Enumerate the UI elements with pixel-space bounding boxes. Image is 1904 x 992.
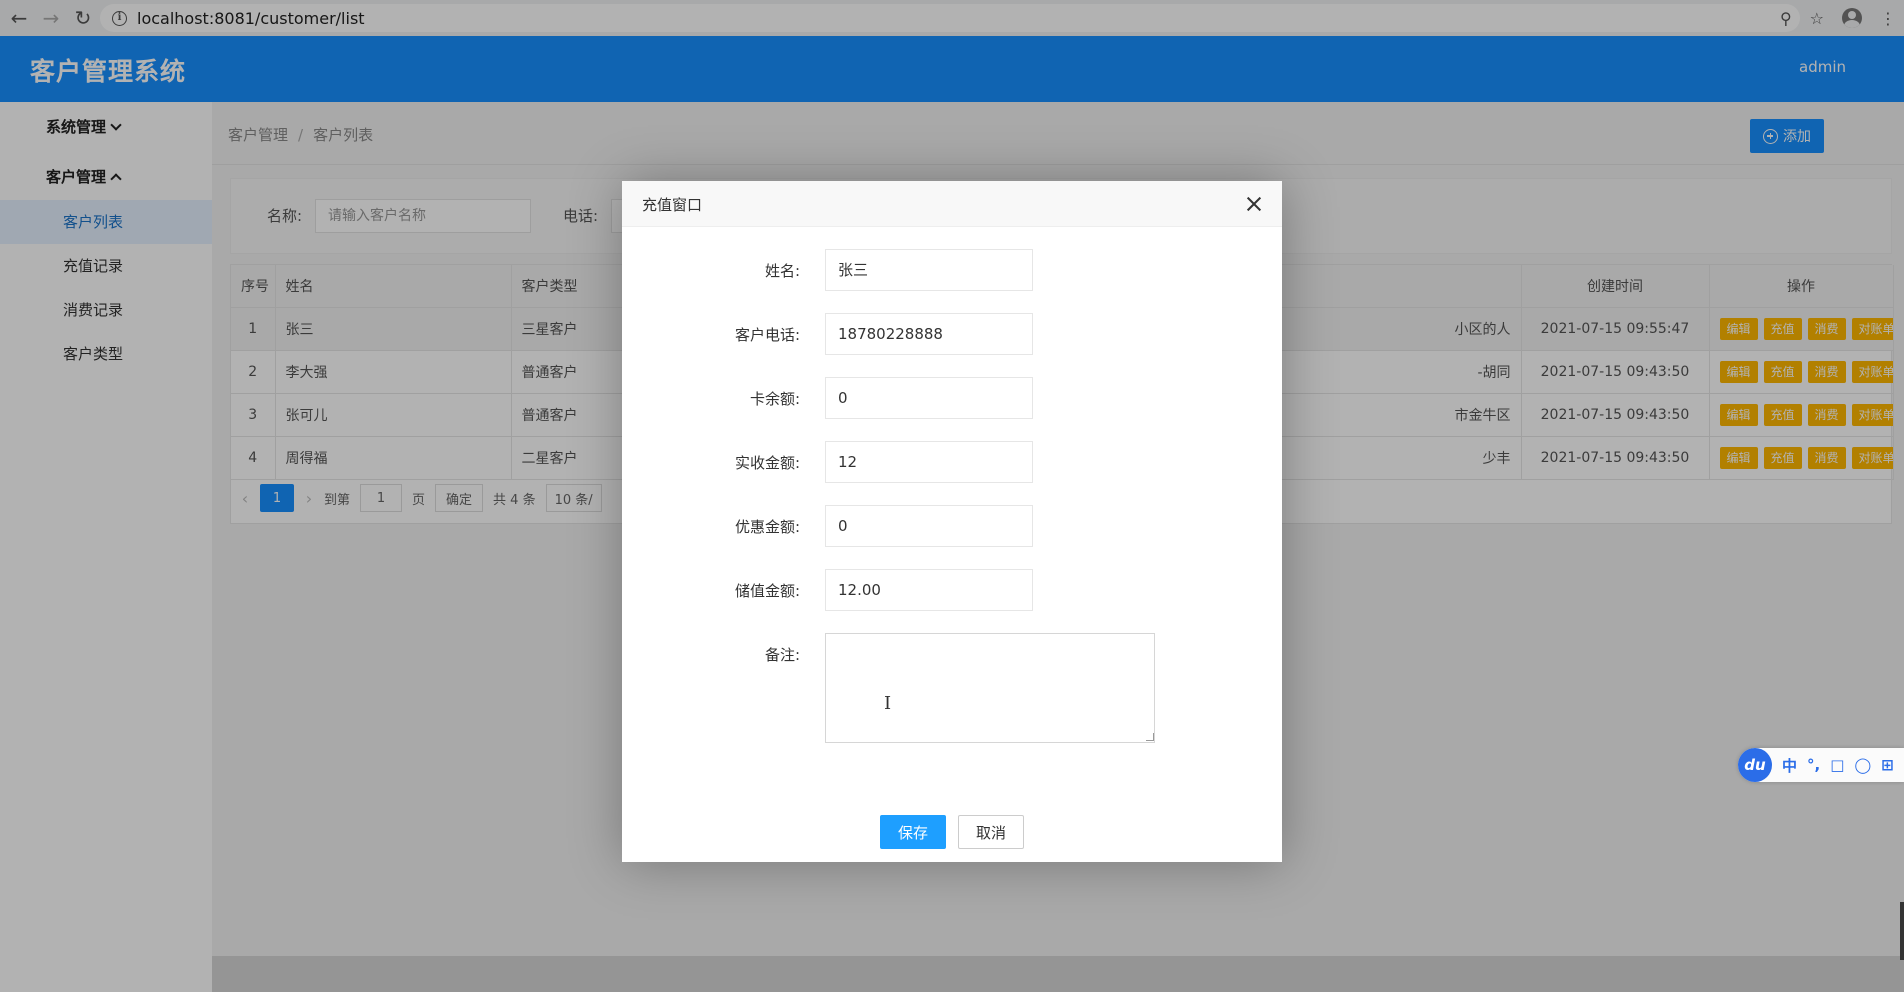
form-row-stored: 储值金额: 12.00 — [622, 569, 1282, 611]
form-row-discount: 优惠金额: 0 — [622, 505, 1282, 547]
scrollbar-thumb[interactable] — [1900, 902, 1904, 960]
field-label-stored: 储值金额: — [734, 582, 800, 600]
baidu-ime-logo-icon[interactable]: du — [1738, 748, 1772, 782]
discount-amount-input[interactable]: 0 — [825, 505, 1033, 547]
field-label-name: 姓名: — [764, 262, 800, 280]
stored-amount-input[interactable]: 12.00 — [825, 569, 1033, 611]
dialog-header: 充值窗口 — [622, 181, 1282, 227]
text-cursor-icon: I — [884, 693, 892, 714]
field-label-remark: 备注: — [764, 646, 800, 664]
received-amount-input[interactable]: 12 — [825, 441, 1033, 483]
balance-input[interactable]: 0 — [825, 377, 1033, 419]
ime-skin-icon[interactable]: □ — [1830, 756, 1844, 774]
ime-toolbar[interactable]: du 中 °, □ ◯ ⊞ — [1738, 748, 1904, 782]
field-label-balance: 卡余额: — [749, 390, 800, 408]
ime-grid-icon[interactable]: ⊞ — [1881, 756, 1894, 774]
form-row-received: 实收金额: 12 — [622, 441, 1282, 483]
close-icon[interactable] — [1244, 194, 1264, 214]
ime-user-icon[interactable]: ◯ — [1854, 756, 1871, 774]
save-button[interactable]: 保存 — [880, 815, 946, 849]
field-label-discount: 优惠金额: — [734, 518, 800, 536]
field-label-received: 实收金额: — [734, 454, 800, 472]
form-row-name: 姓名: 张三 — [622, 249, 1282, 291]
cancel-button[interactable]: 取消 — [958, 815, 1024, 849]
ime-lang-toggle[interactable]: 中 — [1782, 755, 1797, 776]
form-row-balance: 卡余额: 0 — [622, 377, 1282, 419]
ime-punct-toggle[interactable]: °, — [1807, 756, 1820, 774]
recharge-dialog: 充值窗口 姓名: 张三 客户电话: 18780228888 卡余额: 0 实收金… — [622, 181, 1282, 862]
phone-input[interactable]: 18780228888 — [825, 313, 1033, 355]
form-row-phone: 客户电话: 18780228888 — [622, 313, 1282, 355]
name-input[interactable]: 张三 — [825, 249, 1033, 291]
resize-handle-icon[interactable] — [1146, 733, 1154, 741]
field-label-phone: 客户电话: — [734, 326, 800, 344]
dialog-title: 充值窗口 — [642, 196, 703, 214]
form-row-remark: 备注: I — [622, 633, 1282, 743]
remark-textarea[interactable] — [825, 633, 1155, 743]
